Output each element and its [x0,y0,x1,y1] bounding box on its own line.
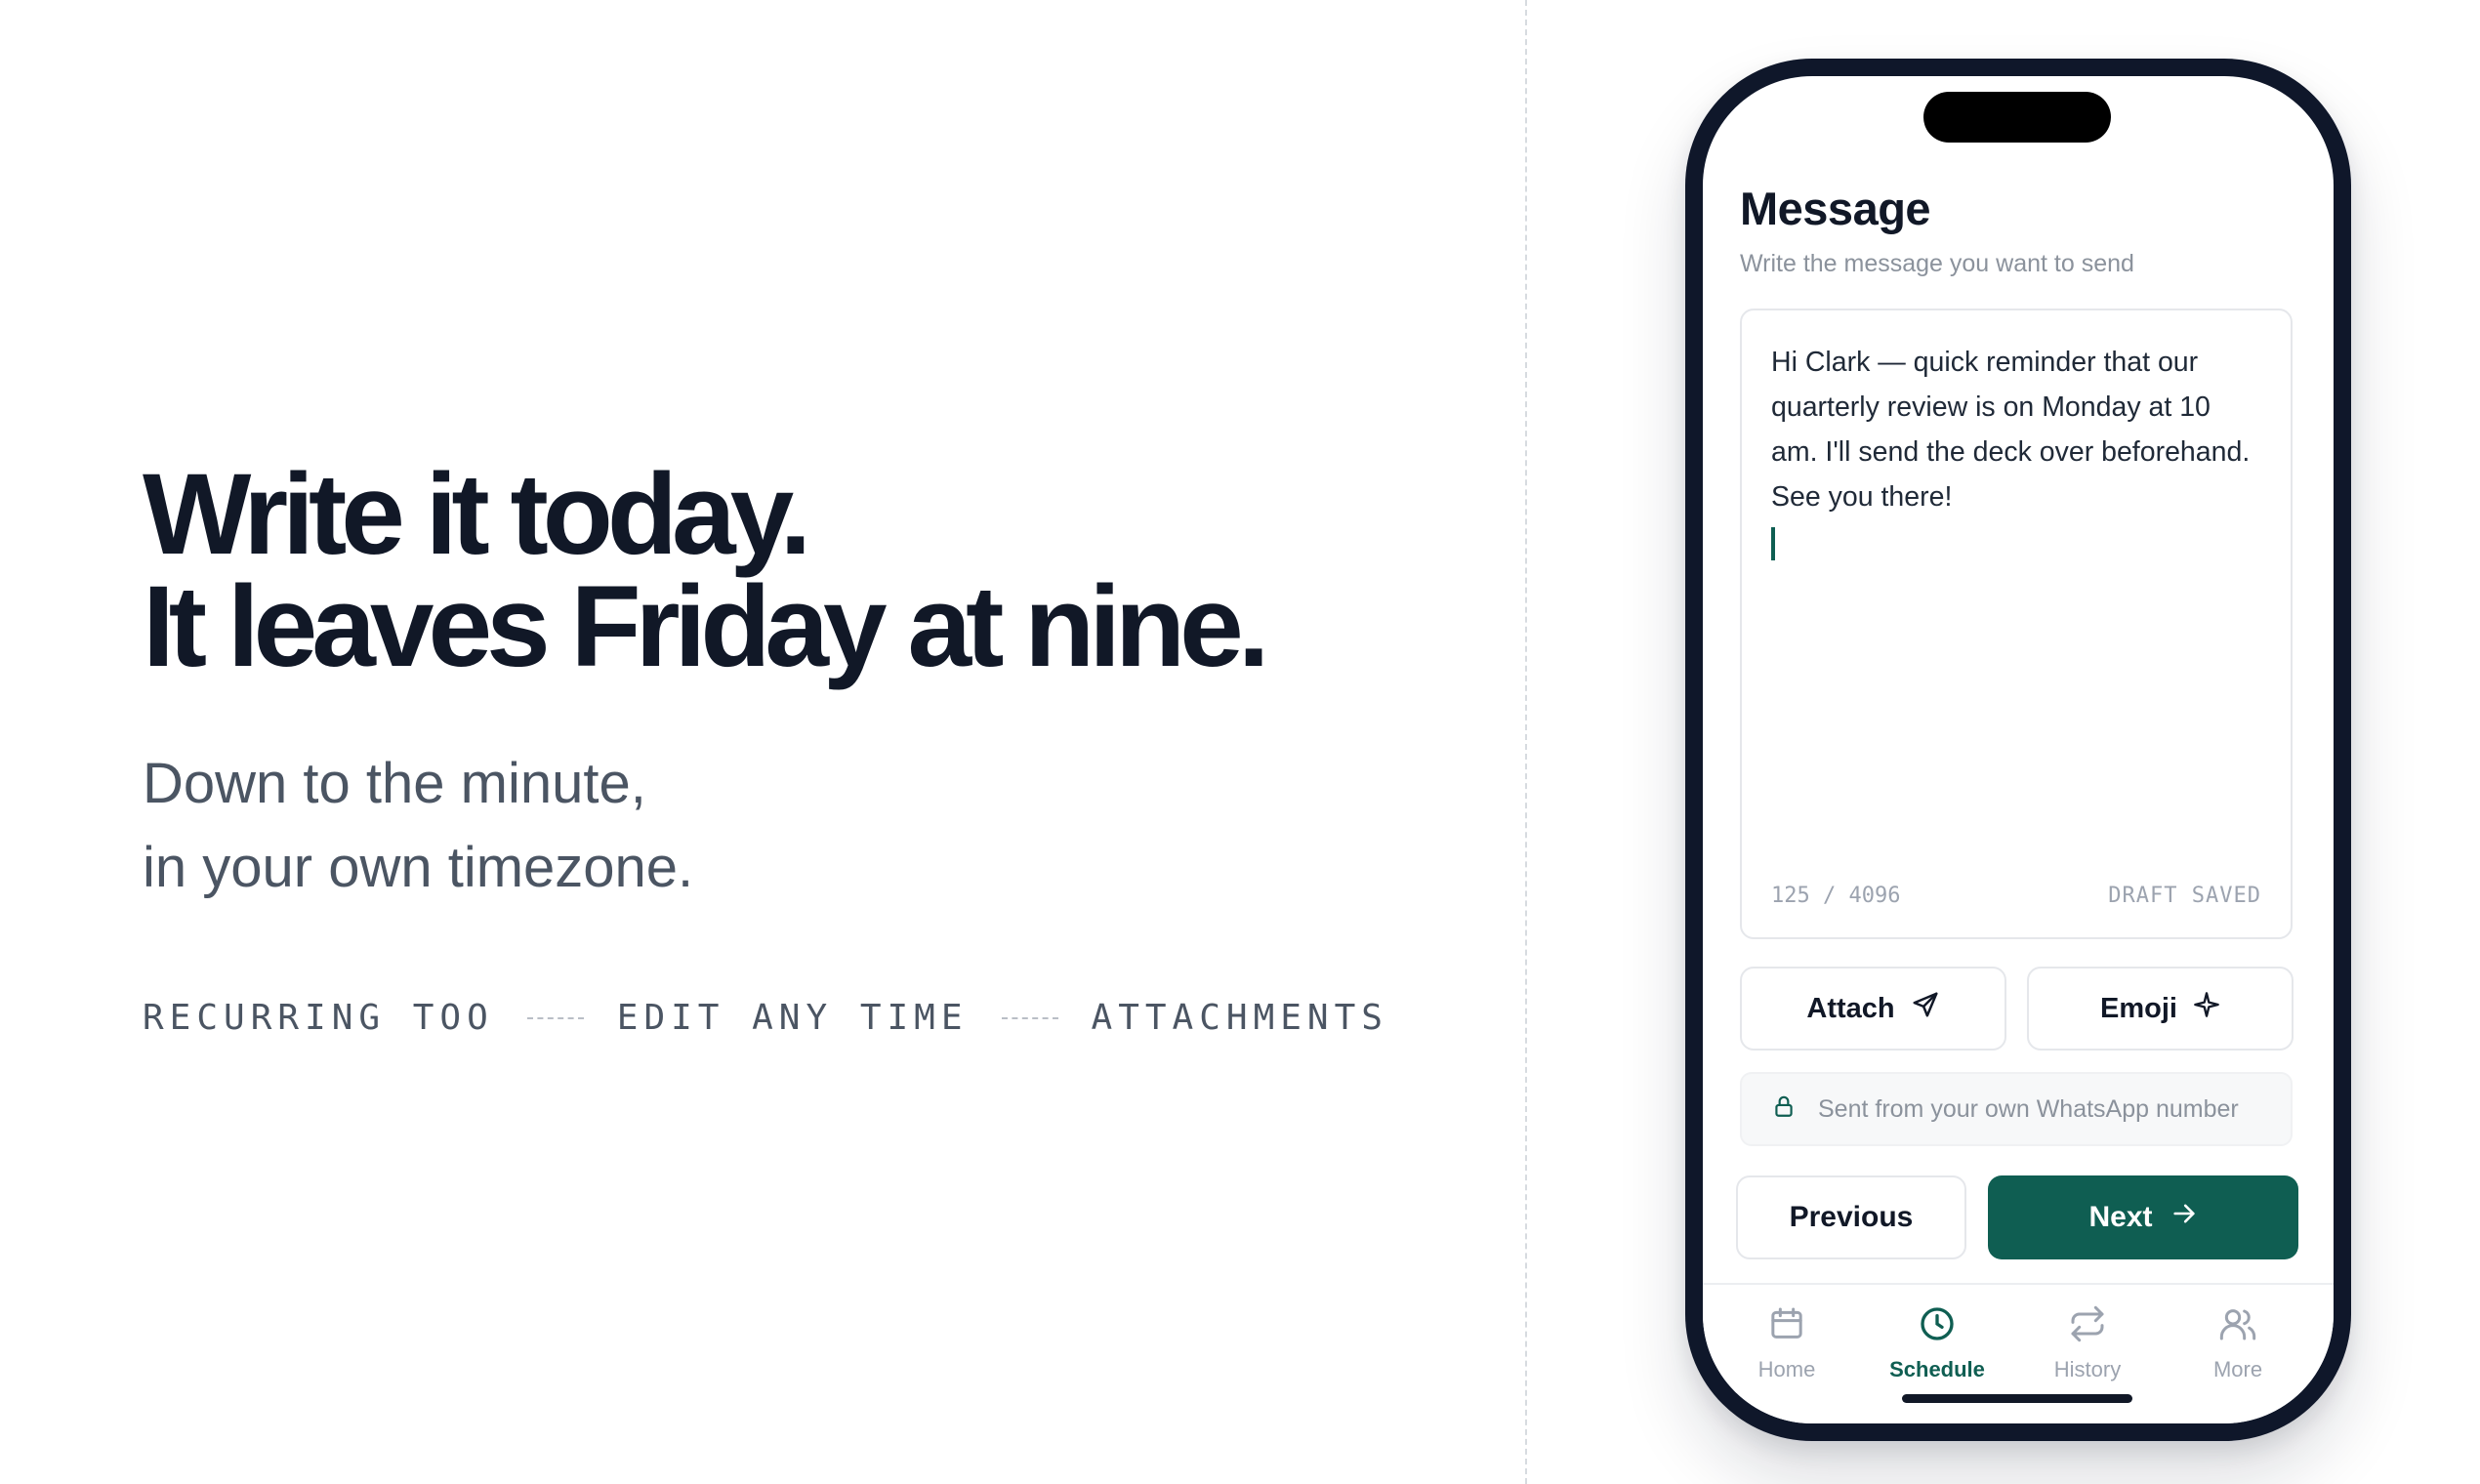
text-caret [1771,527,1775,560]
tab-home[interactable]: Home [1728,1304,1845,1382]
tab-schedule[interactable]: Schedule [1879,1304,1996,1382]
next-label: Next [2088,1201,2153,1233]
attach-label: Attach [1806,992,1895,1024]
feature-separator [1001,1016,1058,1019]
attach-button[interactable]: Attach [1740,967,2006,1051]
emoji-label: Emoji [2100,992,2177,1024]
sparkle-icon [2193,991,2220,1026]
tab-more[interactable]: More [2179,1304,2296,1382]
section-divider [1525,0,1527,1484]
subheadline-line-1: Down to the minute, [143,752,646,815]
headline-line-2: It leaves Friday at nine. [143,562,1270,691]
notice-text: Sent from your own WhatsApp number [1818,1094,2239,1123]
home-indicator [1902,1394,2132,1403]
tab-schedule-label: Schedule [1889,1357,1985,1381]
previous-button[interactable]: Previous [1736,1175,1966,1259]
dynamic-island [1923,92,2111,143]
repeat-icon [2068,1304,2107,1349]
tab-home-label: Home [1757,1357,1816,1381]
phone-screen: Message Write the message you want to se… [1703,76,2334,1423]
feature-separator [526,1016,584,1019]
privacy-notice: Sent from your own WhatsApp number [1740,1072,2293,1146]
send-icon [1911,990,1940,1027]
message-body[interactable]: Hi Clark — quick reminder that our quart… [1771,340,2259,519]
feature-recurring: RECURRING TOO [143,998,494,1038]
lock-icon [1771,1093,1797,1126]
phone-mockup: Message Write the message you want to se… [1685,59,2351,1441]
draft-status: DRAFT SAVED [2108,884,2261,908]
users-icon [2218,1304,2257,1349]
hero-section: Write it today. It leaves Friday at nine… [143,450,1490,1038]
subheadline-line-2: in your own timezone. [143,836,694,899]
calendar-icon [1767,1304,1806,1349]
hero-subheadline: Down to the minute, in your own timezone… [143,742,1490,910]
composer-title: Message [1740,183,1931,234]
composer-subtitle: Write the message you want to send [1740,250,2134,277]
feature-attachments: ATTACHMENTS [1091,998,1388,1038]
arrow-right-icon [2170,1200,2198,1235]
tab-history[interactable]: History [2029,1304,2146,1382]
feature-list: RECURRING TOO EDIT ANY TIME ATTACHMENTS [143,998,1490,1038]
clock-icon [1918,1304,1957,1349]
previous-label: Previous [1789,1201,1914,1233]
next-button[interactable]: Next [1988,1175,2298,1259]
message-textarea[interactable]: Hi Clark — quick reminder that our quart… [1740,309,2293,939]
headline-line-1: Write it today. [143,450,811,579]
feature-edit: EDIT ANY TIME [616,998,969,1038]
tab-more-label: More [2212,1357,2263,1381]
emoji-button[interactable]: Emoji [2027,967,2294,1051]
tab-history-label: History [2053,1357,2122,1381]
character-counter: 125 / 4096 [1771,884,1901,908]
hero-headline: Write it today. It leaves Friday at nine… [143,450,1490,691]
